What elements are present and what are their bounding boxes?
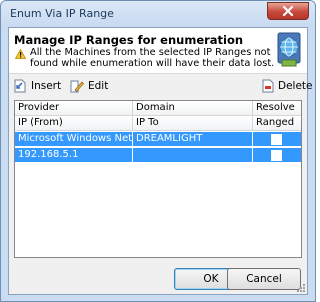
ranged-cell (253, 148, 301, 163)
header-panel: Manage IP Ranges for enumeration All the… (9, 28, 307, 74)
domain-cell[interactable]: DREAMLIGHT (133, 132, 253, 147)
edit-button[interactable]: Edit (70, 77, 108, 95)
ip-to-cell[interactable] (133, 148, 253, 163)
close-icon (282, 6, 294, 16)
grid-header-row-2: IP (From) IP To Ranged (15, 116, 301, 131)
edit-icon (70, 80, 84, 93)
delete-label: Delete (278, 80, 313, 92)
table-row[interactable]: 192.168.5.1 (15, 148, 301, 163)
column-header-ranged[interactable]: Ranged (253, 116, 301, 131)
insert-label: Insert (31, 80, 62, 92)
column-header-ip-from[interactable]: IP (From) (15, 116, 133, 131)
ok-label: OK (203, 273, 219, 285)
resolve-cell (253, 132, 301, 147)
insert-button[interactable]: Insert (14, 77, 61, 95)
close-button[interactable] (267, 2, 309, 20)
title-bar[interactable]: Enum Via IP Range (1, 1, 315, 27)
delete-button[interactable]: Delete (262, 77, 313, 95)
column-header-resolve[interactable]: Resolve (253, 101, 301, 116)
ip-from-cell[interactable]: 192.168.5.1 (15, 148, 133, 163)
toolbar: Insert Edit Delete (9, 77, 313, 97)
column-header-domain[interactable]: Domain (133, 101, 253, 116)
ranged-checkbox[interactable] (271, 150, 282, 161)
network-globe-icon (277, 32, 301, 67)
warning-message: All the Machines from the selected IP Ra… (30, 47, 275, 69)
cancel-label: Cancel (246, 273, 282, 285)
window-title: Enum Via IP Range (10, 7, 114, 20)
insert-icon (14, 79, 26, 93)
column-header-provider[interactable]: Provider (15, 101, 133, 116)
resize-grip-icon[interactable] (296, 283, 306, 293)
edit-label: Edit (88, 80, 109, 92)
table-row[interactable]: Microsoft Windows Network DREAMLIGHT (15, 132, 301, 147)
page-title: Manage IP Ranges for enumeration (14, 33, 244, 47)
dialog-window: Enum Via IP Range Manage IP Ranges for e… (0, 0, 316, 302)
column-header-ip-to[interactable]: IP To (133, 116, 253, 131)
dialog-client-area: Manage IP Ranges for enumeration All the… (8, 27, 313, 295)
provider-cell[interactable]: Microsoft Windows Network (15, 132, 133, 147)
grid-header-row-1: Provider Domain Resolve (15, 101, 301, 116)
resolve-checkbox[interactable] (271, 134, 282, 145)
cancel-button[interactable]: Cancel (227, 268, 301, 290)
delete-icon (262, 79, 274, 93)
warning-icon (15, 49, 26, 59)
ip-range-grid[interactable]: Provider Domain Resolve IP (From) IP To … (14, 100, 302, 258)
